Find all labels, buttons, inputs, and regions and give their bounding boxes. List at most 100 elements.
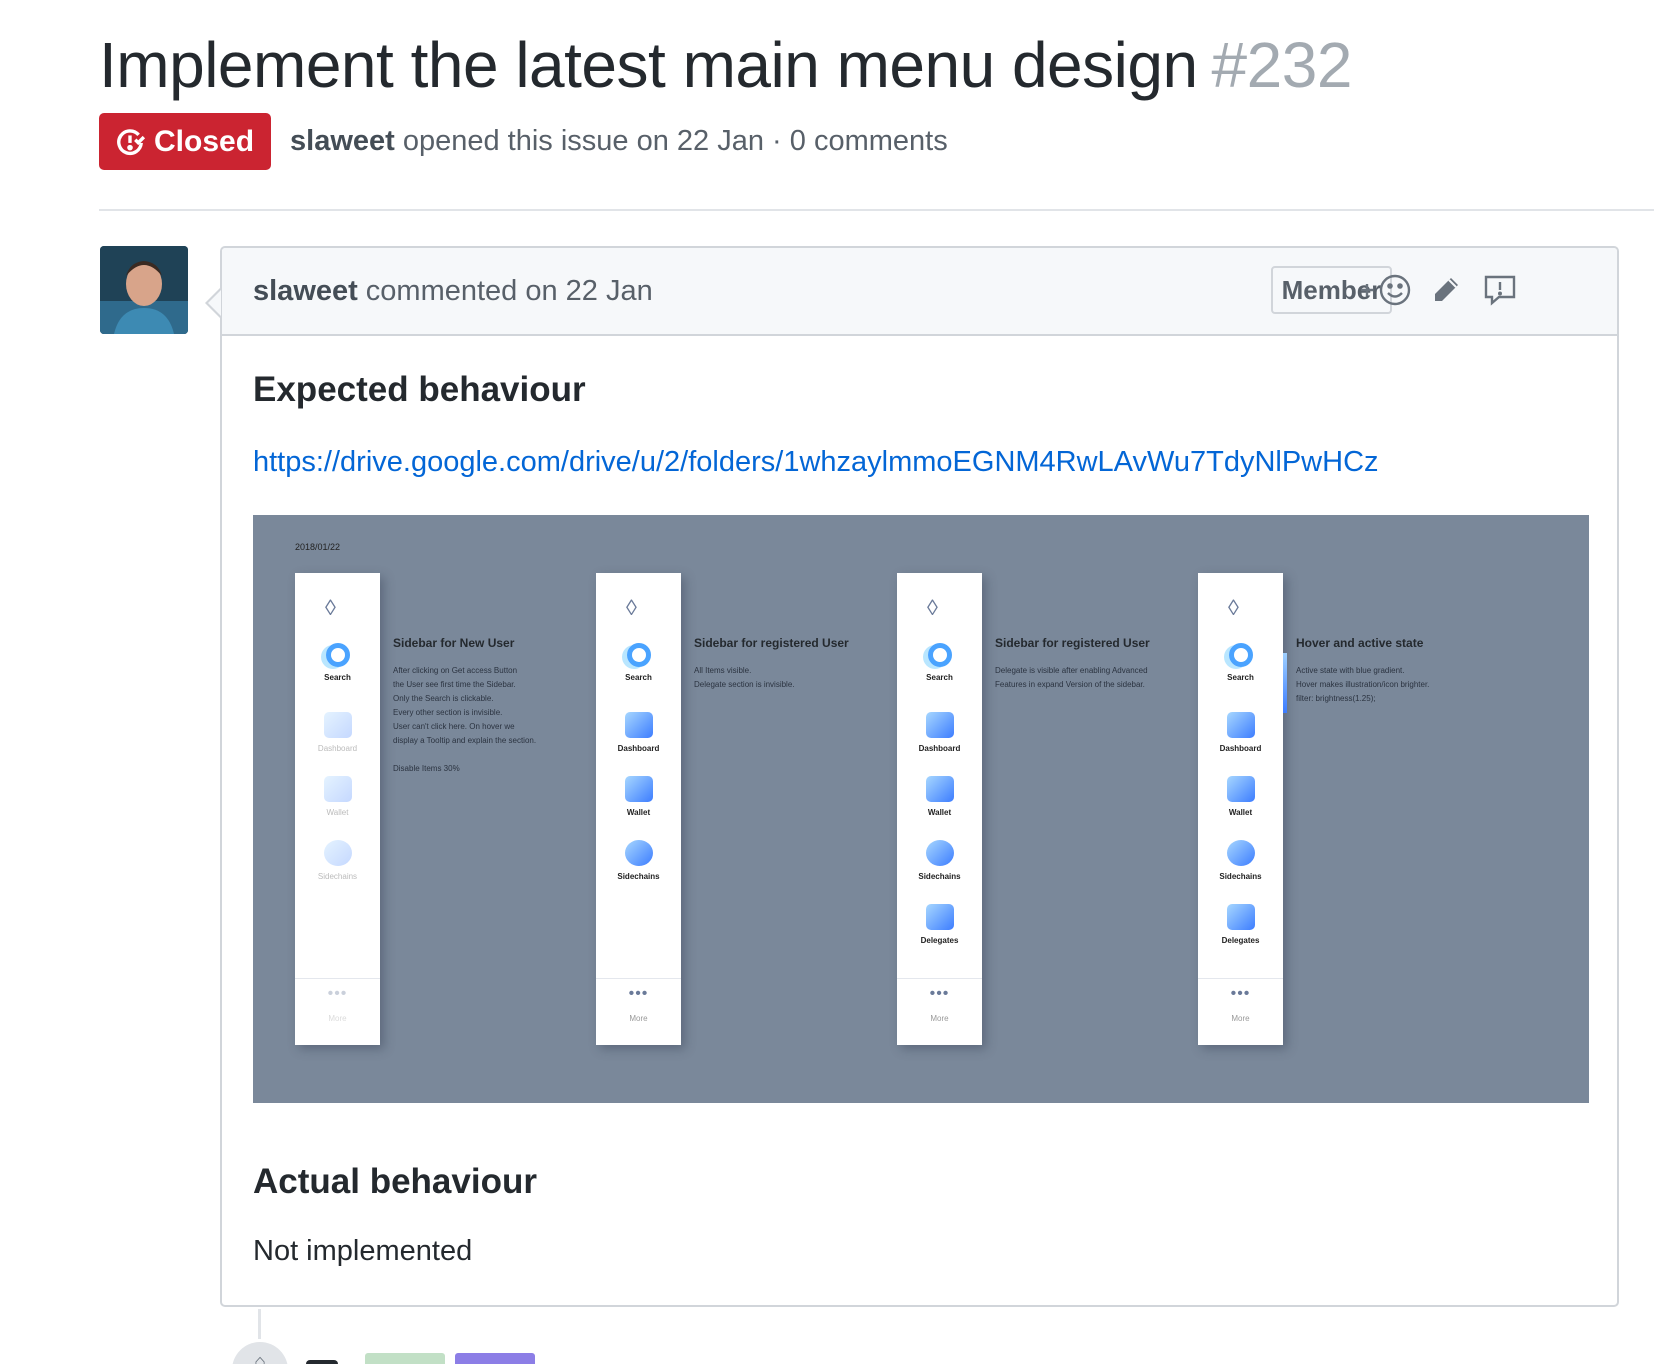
state-badge: Closed (99, 113, 272, 170)
sidebar-mockup-label: Wallet (626, 808, 651, 817)
mockup-description-line: Features in expand Version of the sideba… (995, 680, 1145, 689)
mockup-description-title: Sidebar for registered User (995, 636, 1150, 650)
sidebar-mockup-label: Sidechains (617, 872, 660, 881)
sidebar-mockup: ◊ Search Dashboard Wallet Sidechains ••• More (295, 573, 380, 1045)
comment-header: slaweet commented on 22 Jan Member (222, 248, 1617, 336)
pencil-icon[interactable] (1429, 268, 1463, 312)
wallet-icon (323, 776, 352, 802)
mockup-description-line: Delegate is visible after enabling Advan… (995, 666, 1148, 675)
mockup-description: Sidebar for registered User All Items vis… (694, 636, 869, 692)
more-icon: ••• (327, 985, 348, 1002)
issue-opened-meta: opened this issue on 22 Jan · 0 comments (402, 125, 948, 157)
report-icon[interactable] (1482, 268, 1518, 312)
more-icon: ••• (929, 985, 950, 1002)
event-avatar[interactable] (306, 1360, 338, 1364)
issue-closed-icon (117, 128, 145, 155)
dashboard-icon (1226, 712, 1255, 738)
sidebar-mockup-divider (596, 978, 681, 979)
label-chip[interactable] (455, 1352, 535, 1364)
mockup-description-line: Only the Search is clickable. (393, 694, 494, 703)
sidebar-mockup-more: More (629, 1014, 648, 1023)
sidechains-icon (323, 840, 352, 866)
sidebar-mockup-label: Wallet (927, 808, 952, 817)
sidebar-mockup-more: More (930, 1014, 949, 1023)
sidebar-mockup-divider (897, 978, 982, 979)
search-icon (325, 643, 350, 667)
sidebar-mockup-item: Sidechains (596, 840, 681, 881)
mockup-description-line: User can't click here. On hover we (393, 722, 515, 731)
sidechains-icon (1226, 840, 1255, 866)
mockup-description: Sidebar for registered User Delegate is v… (995, 636, 1170, 692)
mockup-description-title: Sidebar for New User (393, 636, 515, 650)
sidebar-mockup-item: Wallet (897, 776, 982, 817)
mockup-description-line: After clicking on Get access Button (393, 666, 518, 675)
state-label: Closed (154, 124, 255, 158)
comment-author-link[interactable]: slaweet (253, 275, 358, 307)
avatar[interactable] (100, 246, 188, 334)
sidechains-icon (624, 840, 653, 866)
sidebar-mockup-label: Sidechains (317, 872, 358, 881)
issue-title: Implement the latest main menu design #23… (99, 28, 1352, 102)
wallet-icon (624, 776, 653, 802)
mockup-description: Hover and active state Active state with … (1296, 636, 1471, 706)
header-divider (99, 209, 1654, 211)
mockup-description-line: Active state with blue gradient. (1296, 666, 1405, 675)
sidebar-mockup-label: Search (1227, 673, 1254, 682)
search-icon (927, 643, 952, 667)
sidebar-mockup: ◊ Search Dashboard Wallet Sidechains Delegate… (1198, 573, 1287, 1045)
delegates-icon (1226, 904, 1255, 930)
dashboard-icon (323, 712, 352, 738)
sidebar-mockup-more: More (328, 1014, 347, 1023)
sidebar-mockup-label: Delegates (920, 936, 959, 945)
mockup-description-line: filter: brightness(1.25); (1296, 694, 1376, 703)
sidebar-mockup-item: Dashboard (1198, 712, 1283, 753)
tag-icon: ⌂ (232, 1342, 288, 1364)
actual-heading: Actual behaviour (253, 1162, 537, 1201)
issue-meta: Closed slaweet opened this issue on 22 Ja… (99, 113, 948, 170)
sidebar-mockup-item: Wallet (1198, 776, 1283, 817)
timeline-line (258, 1309, 261, 1339)
drive-link[interactable]: https://drive.google.com/drive/u/2/folde… (253, 446, 1379, 479)
more-icon: ••• (628, 985, 649, 1002)
sidebar-mockup-item: Dashboard (295, 712, 380, 753)
logo-icon: ◊ (626, 595, 637, 620)
sidebar-mockup-item: Wallet (596, 776, 681, 817)
logo-icon: ◊ (1228, 595, 1239, 620)
issue-opened-text: slaweet opened this issue on 22 Jan · 0 c… (290, 125, 948, 158)
logo-icon: ◊ (325, 595, 336, 620)
event-text (360, 1350, 540, 1364)
sidebar-mockup-label: Dashboard (918, 744, 961, 753)
sidebar-mockup-divider (1198, 978, 1283, 979)
mockup-description-line: Delegate section is invisible. (694, 680, 795, 689)
mockup-description-line: Disable Items 30% (393, 764, 460, 773)
label-chip[interactable] (365, 1352, 445, 1364)
comment-timestamp[interactable]: commented on 22 Jan (366, 275, 653, 307)
expected-heading: Expected behaviour (253, 370, 586, 409)
sidebar-mockup-label: Dashboard (1219, 744, 1262, 753)
mockup-description: Sidebar for New User After clicking on Ge… (393, 636, 568, 776)
actual-text: Not implemented (253, 1235, 473, 1267)
mockup-description-line: Every other section is invisible. (393, 708, 503, 717)
design-mockup-image[interactable]: 2018/01/22 ◊ Search Dashboard Wallet Sidecha… (253, 515, 1589, 1103)
mockup-description-line (393, 748, 568, 762)
wallet-icon (925, 776, 954, 802)
sidebar-mockup-label: Dashboard (617, 744, 660, 753)
sidechains-icon (925, 840, 954, 866)
add-reaction-icon[interactable] (1357, 268, 1417, 312)
sidebar-mockup-item: Search (596, 643, 681, 682)
avatar-image (100, 246, 188, 334)
sidebar-mockup-item: Search (1198, 643, 1283, 682)
sidebar-mockup-label: Dashboard (317, 744, 358, 753)
issue-author-link[interactable]: slaweet (290, 125, 395, 157)
comment-box: slaweet commented on 22 Jan Member Expec… (205, 246, 1619, 1307)
sidebar-mockup-label: Delegates (1221, 936, 1260, 945)
sidebar-mockup-item: Dashboard (897, 712, 982, 753)
sidebar-mockup-label: Search (625, 673, 652, 682)
sidebar-mockup-more: More (1231, 1014, 1250, 1023)
sidebar-mockup-item: Search (897, 643, 982, 682)
sidebar-mockup-label: Search (324, 673, 351, 682)
search-icon (626, 643, 651, 667)
logo-icon: ◊ (927, 595, 938, 620)
more-icon: ••• (1230, 985, 1251, 1002)
search-icon (1228, 643, 1253, 667)
